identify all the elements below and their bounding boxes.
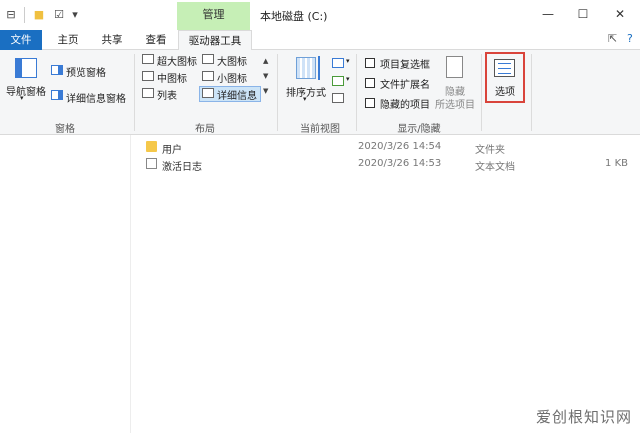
maximize-button[interactable]: ☐ (568, 4, 598, 24)
item-checkboxes-label: 项目复选框 (380, 60, 430, 71)
context-tab-manage[interactable]: 管理 (177, 2, 250, 30)
help-icon[interactable]: ? (627, 32, 633, 45)
tab-drive-tools[interactable]: 驱动器工具 (178, 30, 252, 51)
table-row[interactable]: 用户 2020/3/26 14:54 文件夹 (131, 138, 640, 156)
separator (24, 7, 25, 23)
preview-pane-icon (51, 65, 63, 75)
file-type: 文件夹 (475, 145, 505, 156)
close-button[interactable]: ✕ (605, 4, 635, 24)
layout-scroll-up-icon[interactable]: ▲ (263, 57, 268, 65)
file-type: 文本文档 (475, 162, 515, 173)
customize-quick-access-icon[interactable]: ▾ (68, 8, 82, 22)
checkmark-doc-icon[interactable]: ☑ (52, 8, 66, 22)
layout-medium-icons[interactable]: 中图标 (157, 70, 187, 85)
navigation-pane[interactable] (0, 135, 131, 433)
chevron-down-icon[interactable]: ▾ (346, 57, 350, 65)
group-label-show-hide: 显示/隐藏 (397, 124, 441, 135)
ribbon: 导航窗格 ▾ 预览窗格 详细信息窗格 窗格 超大图标 大图标 中图标 小图标 列… (0, 50, 640, 135)
separator (481, 54, 482, 131)
tab-share[interactable]: 共享 (92, 30, 132, 50)
sort-arrow-icon (318, 56, 320, 80)
new-folder-icon[interactable]: ■ (32, 8, 46, 22)
title-bar: ⊟ ■ ☑ ▾ 管理 本地磁盘 (C:) — ☐ ✕ (0, 0, 640, 30)
large-icons-icon (202, 54, 214, 64)
medium-icons-icon (142, 71, 154, 81)
watermark: 爱创根知识网 (535, 408, 632, 426)
layout-small-icons[interactable]: 小图标 (217, 70, 247, 85)
properties-icon[interactable]: ⊟ (4, 8, 18, 22)
hide-selected-label-2: 所选项目 (435, 100, 475, 111)
navigation-pane-icon[interactable] (15, 58, 37, 78)
file-name: 用户 (162, 145, 182, 156)
details-pane-icon (51, 90, 63, 100)
group-by-icon[interactable] (332, 58, 344, 68)
pin-ribbon-icon[interactable]: ⇱ (608, 32, 617, 45)
tab-view[interactable]: 查看 (136, 30, 176, 50)
chevron-down-icon[interactable]: ▾ (303, 95, 307, 103)
minimize-button[interactable]: — (533, 4, 563, 24)
window-title: 本地磁盘 (C:) (260, 10, 328, 23)
menu-bar: 文件 主页 共享 查看 驱动器工具 ⇱ ? (0, 30, 640, 51)
file-size: 1 KB (605, 158, 628, 169)
text-file-icon (146, 158, 157, 169)
item-checkboxes-checkbox[interactable] (365, 58, 375, 68)
file-extensions-label: 文件扩展名 (380, 80, 430, 91)
hidden-items-label: 隐藏的项目 (380, 100, 430, 111)
file-name: 激活日志 (162, 162, 202, 173)
sort-by-icon[interactable] (296, 57, 316, 79)
chevron-down-icon[interactable]: ▾ (346, 75, 350, 83)
layout-large-icons[interactable]: 大图标 (217, 53, 247, 68)
options-button-highlight[interactable] (485, 52, 525, 103)
list-icon (142, 88, 154, 98)
preview-pane-button[interactable]: 预览窗格 (66, 64, 106, 79)
file-extensions-checkbox[interactable] (365, 78, 375, 88)
layout-expand-icon[interactable]: ▼ (263, 87, 268, 95)
hidden-items-checkbox[interactable] (365, 98, 375, 108)
small-icons-icon (202, 71, 214, 81)
layout-list[interactable]: 列表 (157, 87, 177, 102)
separator (134, 54, 135, 131)
tab-file[interactable]: 文件 (0, 30, 42, 50)
layout-extra-large-icons[interactable]: 超大图标 (157, 53, 197, 68)
separator (277, 54, 278, 131)
group-label-layout: 布局 (195, 124, 215, 135)
details-pane-button[interactable]: 详细信息窗格 (66, 90, 126, 105)
layout-scroll-down-icon[interactable]: ▼ (263, 72, 268, 80)
group-label-panes: 窗格 (55, 124, 75, 135)
navigation-pane-button[interactable]: 导航窗格 (6, 83, 46, 98)
details-icon (202, 88, 214, 98)
separator (531, 54, 532, 131)
group-label-current-view: 当前视图 (300, 124, 340, 135)
file-date: 2020/3/26 14:54 (358, 141, 442, 152)
size-columns-to-fit-icon[interactable] (332, 93, 344, 103)
table-row[interactable]: 激活日志 2020/3/26 14:53 文本文档 1 KB (131, 155, 640, 173)
layout-details[interactable]: 详细信息 (217, 87, 257, 102)
separator (356, 54, 357, 131)
add-columns-icon[interactable] (332, 76, 344, 86)
file-date: 2020/3/26 14:53 (358, 158, 442, 169)
hide-selected-items-icon (446, 56, 463, 78)
extra-large-icons-icon (142, 54, 154, 64)
tab-home[interactable]: 主页 (48, 30, 88, 50)
chevron-down-icon[interactable]: ▾ (20, 94, 24, 102)
folder-icon (146, 141, 157, 152)
